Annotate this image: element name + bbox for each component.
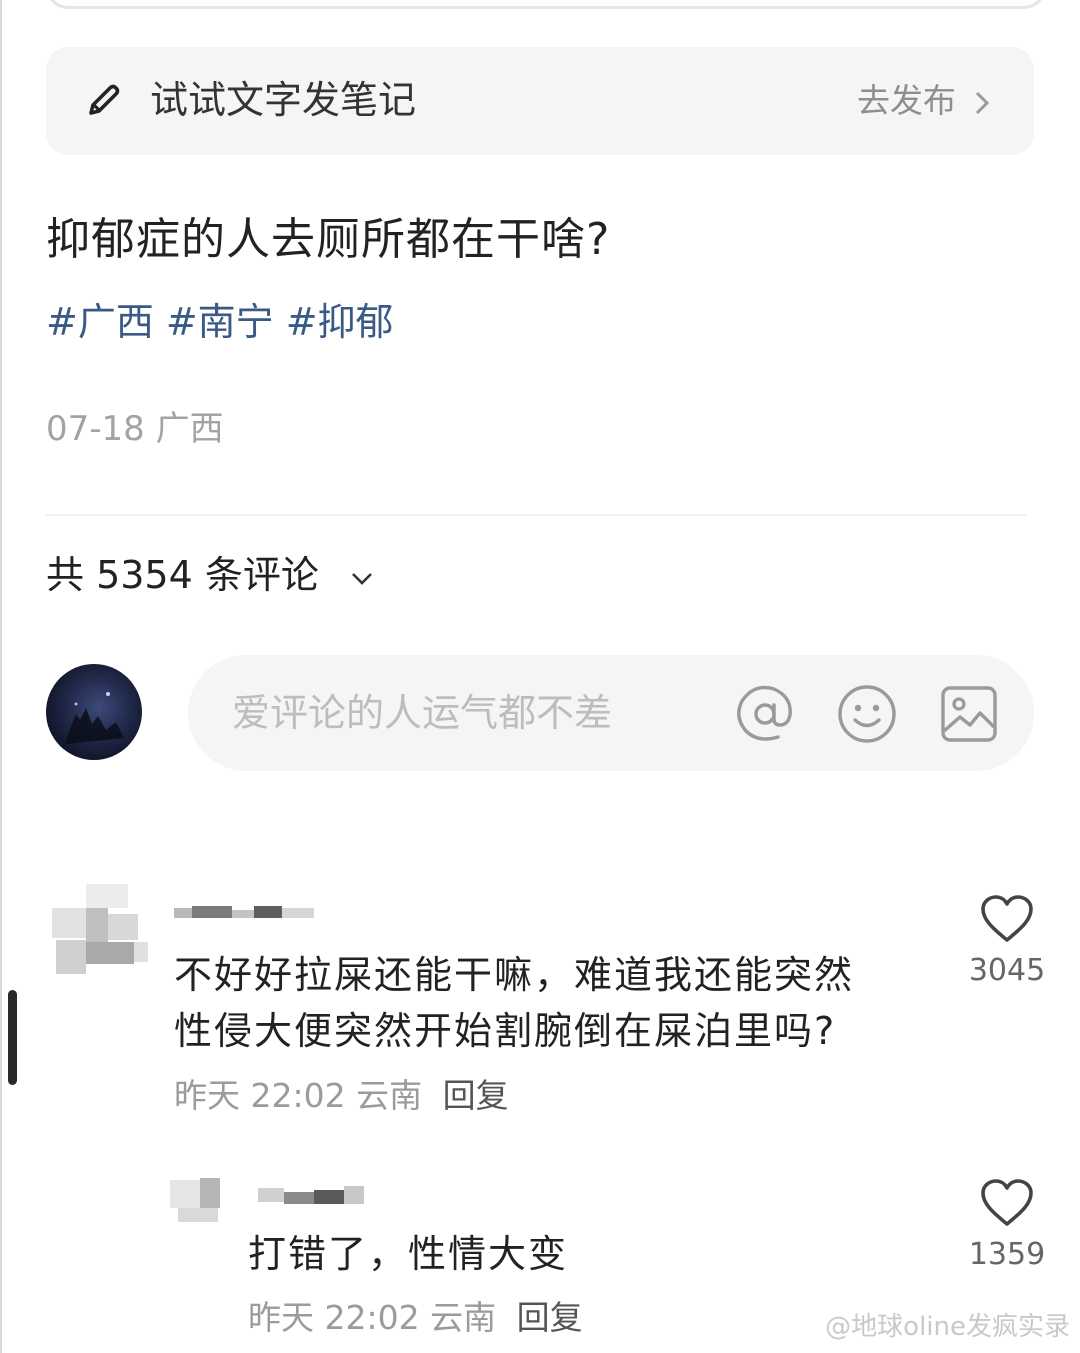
- scroll-indicator: [8, 990, 17, 1085]
- mosaic-name: [174, 906, 314, 918]
- pencil-icon: [89, 84, 120, 115]
- like-control[interactable]: 1359: [957, 1177, 1057, 1277]
- post-date: 07-18: [46, 409, 145, 449]
- like-control[interactable]: 3045: [957, 893, 1057, 993]
- comments-sort-toggle[interactable]: 共 5354 条评论: [46, 546, 375, 604]
- compose-label: 试试文字发笔记: [150, 78, 417, 122]
- reply-avatar-blurred[interactable]: [170, 1176, 232, 1224]
- screen-left-edge: [0, 0, 2, 1353]
- like-count: 3045: [968, 953, 1046, 988]
- commenter-name-blurred[interactable]: [174, 900, 324, 922]
- post-meta: 07-18 广西: [46, 404, 224, 454]
- commenter-avatar-blurred[interactable]: [52, 884, 148, 980]
- mosaic-avatar: [52, 884, 148, 974]
- reply-meta: 昨天 22:02 云南 回复: [248, 1294, 583, 1342]
- avatar-image: [66, 692, 124, 744]
- watermark: @地球oline发疯实录: [825, 1312, 1070, 1342]
- emoji-icon[interactable]: [836, 683, 898, 745]
- mosaic-avatar: [170, 1178, 220, 1222]
- compose-note-bar[interactable]: 试试文字发笔记 去发布: [46, 47, 1034, 155]
- comment-text-line: 性侵大便突然开始割腕倒在屎泊里吗?: [174, 1009, 837, 1053]
- comments-count-label: 共 5354 条评论: [46, 553, 319, 597]
- reply-text: 打错了，性情大变: [248, 1232, 569, 1276]
- post-title: 抑郁症的人去厕所都在干啥?: [46, 214, 611, 265]
- publish-label: 去发布: [857, 81, 956, 120]
- image-icon[interactable]: [938, 683, 1000, 745]
- mosaic-name: [258, 1186, 364, 1204]
- reply-button[interactable]: 回复: [517, 1298, 583, 1337]
- comment-text-line: 不好好拉屎还能干嘛，难道我还能突然: [174, 953, 855, 997]
- comment-location: 云南: [356, 1076, 423, 1115]
- chevron-right-icon: [975, 91, 990, 115]
- comment-meta: 昨天 22:02 云南 回复: [174, 1072, 509, 1120]
- tag-guangxi[interactable]: #广西: [46, 300, 154, 344]
- heart-icon[interactable]: [979, 893, 1035, 945]
- tag-depression[interactable]: #抑郁: [286, 300, 394, 344]
- post-tags: #广西 #南宁 #抑郁: [46, 292, 406, 352]
- like-count: 1359: [968, 1237, 1046, 1272]
- reply-location: 云南: [430, 1298, 497, 1337]
- reply-name-blurred[interactable]: [258, 1180, 378, 1210]
- my-avatar[interactable]: [46, 664, 142, 760]
- publish-link[interactable]: 去发布: [857, 77, 956, 125]
- heart-icon[interactable]: [979, 1177, 1035, 1229]
- reply-button[interactable]: 回复: [443, 1076, 509, 1115]
- divider: [46, 514, 1026, 516]
- tag-nanning[interactable]: #南宁: [166, 300, 274, 344]
- comment-input[interactable]: 爱评论的人运气都不差: [188, 655, 1034, 771]
- top-card-edge: [46, 0, 1046, 9]
- at-mention-icon[interactable]: [734, 683, 796, 745]
- comment-time: 昨天 22:02: [174, 1076, 346, 1115]
- reply-time: 昨天 22:02: [248, 1298, 420, 1337]
- chevron-down-icon: [352, 572, 372, 585]
- post-location: 广西: [155, 409, 224, 449]
- comment-input-placeholder: 爱评论的人运气都不差: [232, 691, 613, 735]
